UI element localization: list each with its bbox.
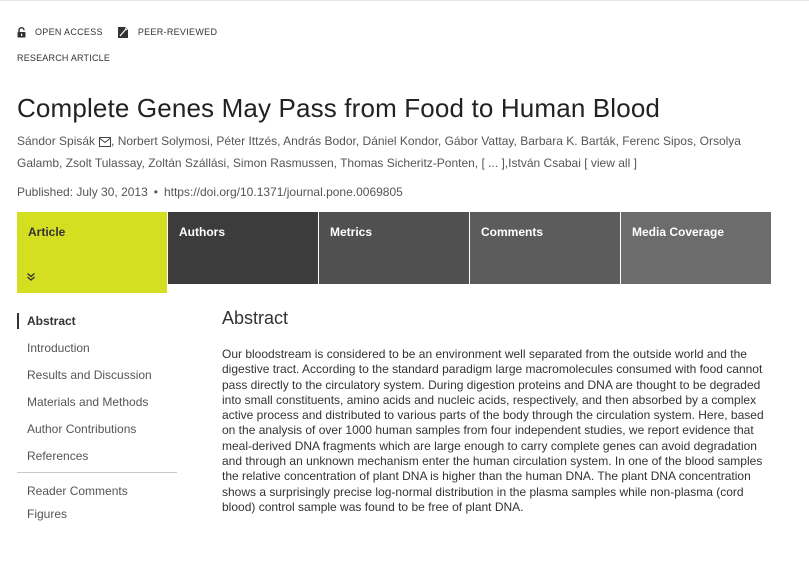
tab-media-coverage[interactable]: Media Coverage: [621, 212, 771, 284]
doi-link[interactable]: https://doi.org/10.1371/journal.pone.006…: [164, 185, 403, 199]
tab-metrics[interactable]: Metrics: [319, 212, 469, 284]
article-title: Complete Genes May Pass from Food to Hum…: [17, 93, 661, 123]
tab-comments[interactable]: Comments: [470, 212, 620, 284]
article-type: RESEARCH ARTICLE: [17, 53, 111, 63]
author-link[interactable]: Ferenc Sipos: [622, 134, 693, 148]
nav-item-author-contributions[interactable]: Author Contributions: [17, 418, 179, 445]
author-link[interactable]: Gábor Vattay: [445, 134, 514, 148]
double-chevron-down-icon: [27, 272, 35, 281]
tab-metrics-label: Metrics: [330, 225, 373, 239]
author-link[interactable]: Thomas Sicheritz-Ponten: [340, 156, 475, 170]
nav-item-introduction[interactable]: Introduction: [17, 337, 179, 364]
nav-item-materials-and-methods[interactable]: Materials and Methods: [17, 391, 179, 418]
author-list: Sándor Spisák, Norbert Solymosi, Péter I…: [17, 134, 741, 170]
view-all-authors-link[interactable]: [ view all ]: [584, 156, 637, 170]
separator-dot: •: [153, 185, 158, 199]
peer-reviewed-icon: [117, 26, 128, 38]
tab-article-label: Article: [28, 225, 66, 239]
author-link[interactable]: Simon Rasmussen: [233, 156, 334, 170]
tab-comments-label: Comments: [481, 225, 544, 239]
abstract-heading: Abstract: [222, 308, 289, 328]
unlock-icon: [17, 26, 26, 37]
nav-divider: [17, 472, 177, 473]
nav-item-abstract[interactable]: Abstract: [17, 310, 179, 337]
tab-media-coverage-label: Media Coverage: [632, 225, 725, 239]
tab-authors[interactable]: Authors: [168, 212, 318, 284]
top-rule: [0, 0, 809, 1]
author-link[interactable]: István Csabai: [508, 156, 581, 170]
author-link[interactable]: András Bodor: [283, 134, 356, 148]
article-tabs: Article Authors Metrics Comments Media C…: [17, 212, 771, 293]
publication-info: Published: July 30, 2013 • https://doi.org…: [17, 183, 403, 201]
nav-item-reader-comments[interactable]: Reader Comments: [17, 481, 179, 504]
more-authors-toggle[interactable]: [ ... ]: [481, 156, 504, 170]
author-link[interactable]: Zsolt Tulassay: [66, 156, 142, 170]
nav-item-results-and-discussion[interactable]: Results and Discussion: [17, 364, 179, 391]
author-link[interactable]: Péter Ittzés: [216, 134, 277, 148]
abstract-text: Our bloodstream is considered to be an e…: [222, 347, 764, 514]
author-link[interactable]: Sándor Spisák: [17, 134, 95, 148]
tab-article[interactable]: Article: [17, 212, 167, 293]
peer-reviewed-badge[interactable]: PEER-REVIEWED: [117, 26, 217, 39]
article-badges: OPEN ACCESS PEER-REVIEWED: [17, 24, 231, 40]
author-link[interactable]: Zoltán Szállási: [148, 156, 226, 170]
section-nav: Abstract Introduction Results and Discus…: [17, 310, 179, 527]
author-link[interactable]: Barbara K. Barták: [520, 134, 615, 148]
open-access-badge[interactable]: OPEN ACCESS: [17, 26, 103, 38]
nav-item-figures[interactable]: Figures: [17, 504, 179, 527]
author-link[interactable]: Dániel Kondor: [363, 134, 438, 148]
mail-icon[interactable]: [99, 137, 112, 147]
published-date: Published: July 30, 2013: [17, 185, 148, 199]
peer-reviewed-label: PEER-REVIEWED: [137, 27, 218, 37]
author-link[interactable]: Norbert Solymosi: [118, 134, 210, 148]
open-access-label: OPEN ACCESS: [35, 27, 103, 37]
nav-item-references[interactable]: References: [17, 445, 179, 472]
tab-authors-label: Authors: [179, 225, 225, 239]
